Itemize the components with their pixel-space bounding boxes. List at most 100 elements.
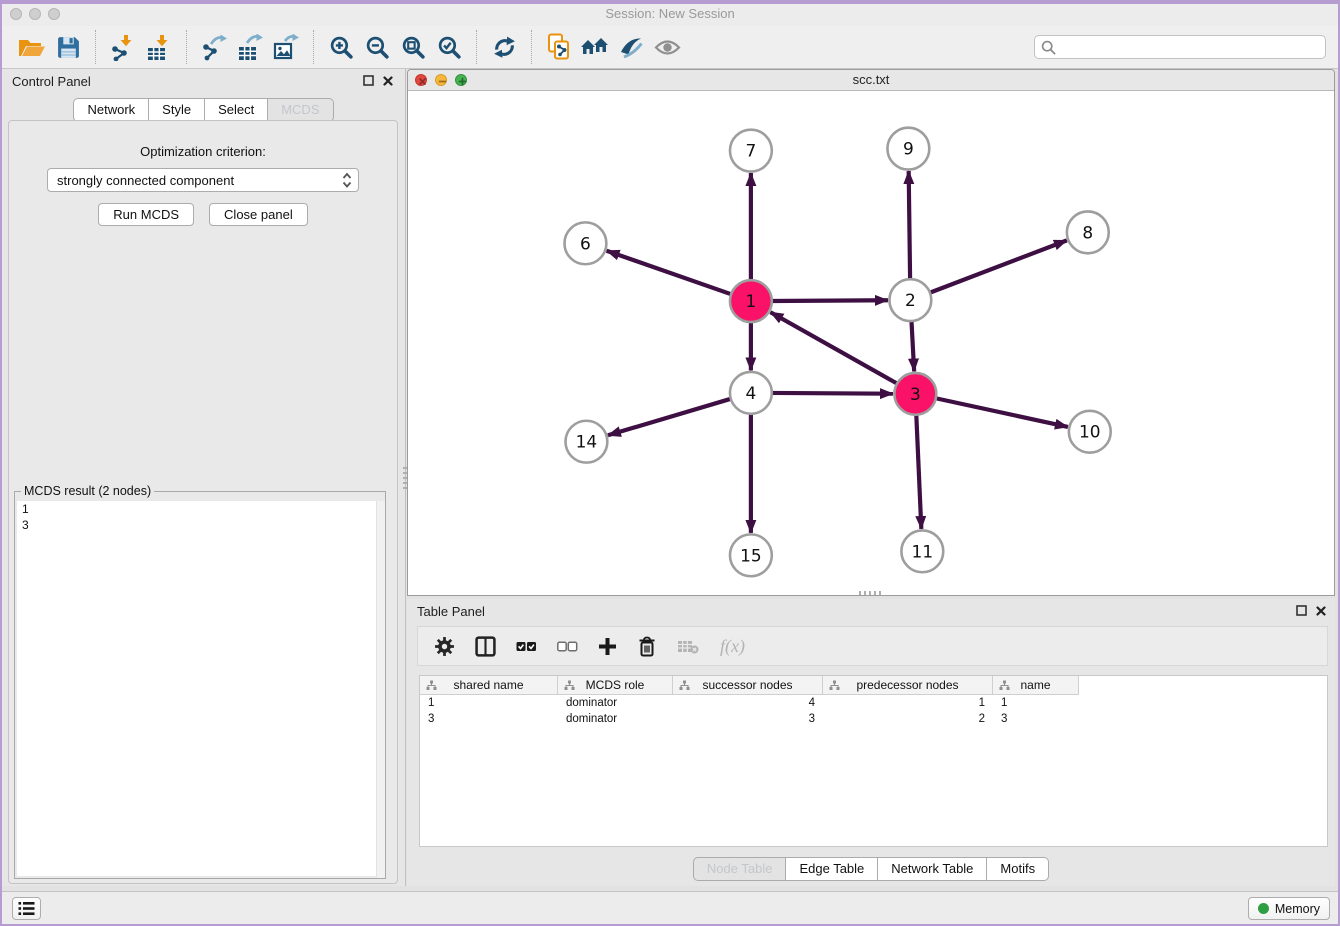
network-node-15[interactable]: 15 [730, 534, 772, 576]
table-cell[interactable]: 3 [993, 711, 1079, 727]
column-type-icon [829, 680, 840, 691]
tab-edge-table[interactable]: Edge Table [786, 857, 878, 881]
tab-motifs[interactable]: Motifs [987, 857, 1049, 881]
network-node-14[interactable]: 14 [565, 421, 607, 463]
network-window-titlebar[interactable]: scc.txt [408, 70, 1334, 91]
add-column-button[interactable] [598, 637, 617, 656]
tab-network[interactable]: Network [73, 98, 149, 122]
table-row[interactable]: 1dominator411 [420, 695, 1327, 711]
table-cell[interactable]: 4 [673, 695, 823, 711]
refresh-view-button[interactable] [486, 29, 522, 65]
mcds-result-text[interactable]: 13 [17, 501, 383, 876]
memory-button[interactable]: Memory [1248, 897, 1330, 920]
tab-mcds[interactable]: MCDS [268, 98, 333, 122]
zoom-out-button[interactable] [359, 29, 395, 65]
duplicate-network-button[interactable] [541, 29, 577, 65]
panel-mode-button[interactable] [475, 636, 496, 657]
network-node-4[interactable]: 4 [730, 372, 772, 414]
network-edge-3-11[interactable] [916, 415, 921, 529]
apply-style-button[interactable] [613, 29, 649, 65]
network-edge-3-10[interactable] [936, 398, 1068, 427]
network-maximize-icon[interactable] [455, 74, 467, 86]
delete-table-button[interactable] [677, 638, 700, 655]
network-edge-2-3[interactable] [912, 322, 915, 372]
close-panel-icon[interactable] [1316, 606, 1326, 616]
network-node-7[interactable]: 7 [730, 130, 772, 172]
float-panel-icon[interactable] [1296, 605, 1307, 616]
minimize-window-icon[interactable] [29, 8, 41, 20]
column-header-label: MCDS role [586, 678, 645, 692]
table-cell[interactable]: 1 [420, 695, 558, 711]
network-edge-2-8[interactable] [930, 240, 1066, 292]
network-node-8[interactable]: 8 [1067, 211, 1109, 253]
network-close-icon[interactable] [415, 74, 427, 86]
search-box[interactable] [1034, 35, 1326, 59]
deselect-all-columns-button[interactable] [557, 639, 578, 654]
maximize-window-icon[interactable] [48, 8, 60, 20]
task-history-button[interactable] [12, 897, 41, 920]
network-edge-2-9[interactable] [909, 171, 910, 279]
node-label: 3 [910, 384, 921, 404]
import-table-button[interactable] [141, 29, 177, 65]
select-all-columns-button[interactable] [516, 639, 537, 654]
zoom-fit-button[interactable] [395, 29, 431, 65]
window-controls [10, 8, 60, 20]
table-row[interactable]: 3dominator323 [420, 711, 1327, 727]
network-edge-1-6[interactable] [607, 251, 731, 294]
home-apply-layout-button[interactable] [577, 29, 613, 65]
column-header-successor-nodes[interactable]: successor nodes [673, 676, 823, 695]
table-cell[interactable]: 1 [993, 695, 1079, 711]
run-mcds-button[interactable]: Run MCDS [98, 203, 194, 226]
zoom-selected-button[interactable] [431, 29, 467, 65]
delete-column-button[interactable] [637, 636, 657, 657]
function-builder-button[interactable]: f(x) [720, 636, 745, 657]
network-edge-4-14[interactable] [608, 399, 730, 435]
optimization-criterion-select[interactable]: strongly connected component [47, 168, 359, 192]
network-node-2[interactable]: 2 [889, 279, 931, 321]
network-minimize-icon[interactable] [435, 74, 447, 86]
tab-style[interactable]: Style [149, 98, 205, 122]
import-network-button[interactable] [105, 29, 141, 65]
tab-select[interactable]: Select [205, 98, 268, 122]
close-window-icon[interactable] [10, 8, 22, 20]
network-node-11[interactable]: 11 [901, 530, 943, 572]
network-canvas[interactable]: 7 9 6 8 1 2 4 3 14 10 15 11 [408, 91, 1334, 595]
table-cell[interactable]: 1 [823, 695, 993, 711]
network-edge-4-3[interactable] [772, 393, 893, 394]
tab-node-table[interactable]: Node Table [693, 857, 787, 881]
tab-network-table[interactable]: Network Table [878, 857, 987, 881]
open-session-button[interactable] [14, 29, 50, 65]
export-image-button[interactable] [268, 29, 304, 65]
show-hide-graphics-button[interactable] [649, 29, 685, 65]
column-header-mcds-role[interactable]: MCDS role [558, 676, 673, 695]
save-session-button[interactable] [50, 29, 86, 65]
network-node-1[interactable]: 1 [730, 280, 772, 322]
float-panel-icon[interactable] [363, 75, 374, 86]
column-header-label: successor nodes [702, 678, 792, 692]
close-panel-icon[interactable] [383, 76, 393, 86]
export-network-button[interactable] [196, 29, 232, 65]
node-table[interactable]: shared name MCDS role successor nodes prede… [419, 675, 1328, 847]
table-cell[interactable]: 3 [673, 711, 823, 727]
network-edge-3-1[interactable] [770, 312, 896, 383]
table-cell[interactable]: dominator [558, 711, 673, 727]
network-node-3[interactable]: 3 [894, 373, 936, 415]
zoom-in-button[interactable] [323, 29, 359, 65]
table-cell[interactable]: 2 [823, 711, 993, 727]
horizontal-splitter-grip[interactable] [859, 591, 881, 595]
search-input[interactable] [1060, 40, 1319, 55]
network-node-10[interactable]: 10 [1069, 411, 1111, 453]
network-edge-1-2[interactable] [772, 300, 888, 301]
column-header-predecessor-nodes[interactable]: predecessor nodes [823, 676, 993, 695]
network-node-6[interactable]: 6 [564, 222, 606, 264]
table-cell[interactable]: dominator [558, 695, 673, 711]
network-node-9[interactable]: 9 [887, 128, 929, 170]
vertical-splitter-grip[interactable] [403, 467, 407, 489]
table-cell[interactable]: 3 [420, 711, 558, 727]
export-table-button[interactable] [232, 29, 268, 65]
result-scrollbar[interactable] [376, 501, 385, 878]
close-panel-button[interactable]: Close panel [209, 203, 308, 226]
table-settings-button[interactable] [434, 636, 455, 657]
column-header-name[interactable]: name [993, 676, 1079, 695]
column-header-shared-name[interactable]: shared name [420, 676, 558, 695]
